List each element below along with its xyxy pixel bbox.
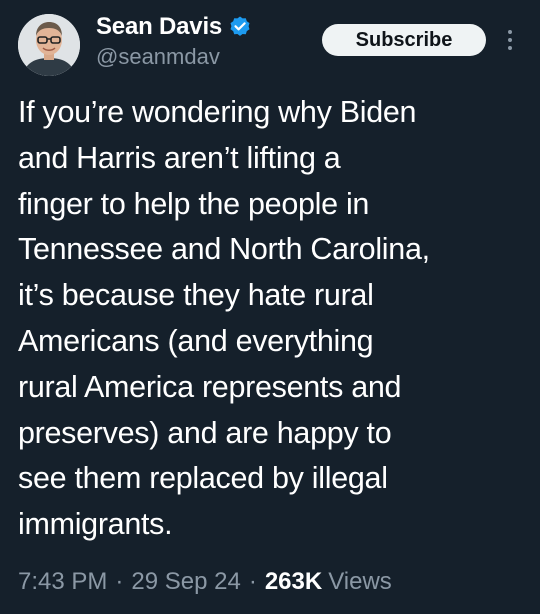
profile-photo [18,14,80,76]
meta-separator: · [248,568,257,595]
more-options-icon[interactable] [500,26,520,54]
tweet-date[interactable]: 29 Sep 24 [131,568,240,596]
views-count[interactable]: 263K [265,568,322,596]
tweet-text: If you’re wondering why Biden and Harris… [18,95,430,542]
meta-separator: · [115,568,124,595]
more-dot [508,38,512,42]
verified-badge-icon[interactable] [228,15,252,39]
tweet-card: Sean Davis @seanmdav Subscribe If you’re… [0,0,540,614]
more-dot [508,30,512,34]
author-handle[interactable]: @seanmdav [96,44,220,70]
tweet-metadata: 7:43 PM · 29 Sep 24 · 263K Views [18,568,392,596]
avatar[interactable] [18,14,80,76]
subscribe-button[interactable]: Subscribe [322,24,486,56]
views-label: Views [328,568,392,595]
author-display-name[interactable]: Sean Davis [96,13,222,41]
tweet-time[interactable]: 7:43 PM [18,568,107,596]
more-dot [508,46,512,50]
author-name-row: Sean Davis [96,10,252,44]
